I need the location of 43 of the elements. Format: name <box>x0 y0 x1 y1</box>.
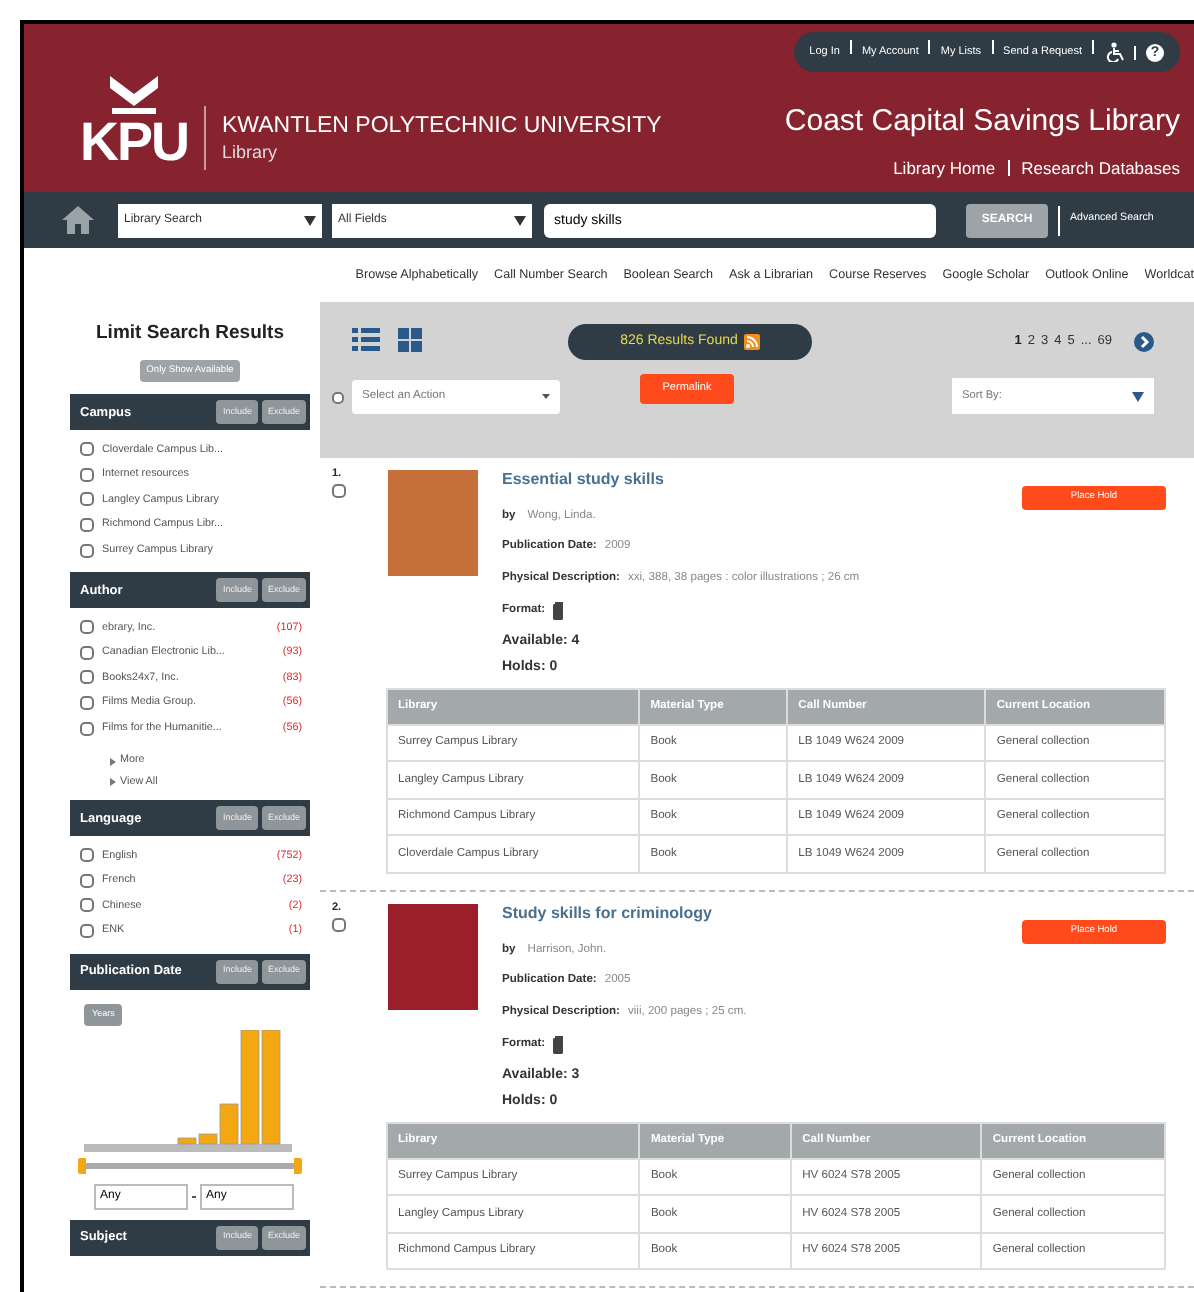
facet-checkbox[interactable] <box>80 620 94 635</box>
facet-checkbox[interactable] <box>80 645 94 660</box>
facet-checkbox[interactable] <box>80 492 94 507</box>
grid-view-icon[interactable] <box>398 328 422 352</box>
header-link[interactable]: Library Home <box>893 156 996 182</box>
facet-checkbox[interactable] <box>80 670 94 685</box>
logo-chevron-icon <box>106 76 162 116</box>
header-link[interactable]: Research Databases <box>1021 156 1180 182</box>
caret-icon <box>514 215 526 225</box>
accessibility-icon[interactable] <box>1104 42 1124 62</box>
result-checkbox[interactable] <box>332 918 346 933</box>
result-title[interactable]: Study skills for criminology <box>502 904 712 923</box>
sidebar-title: Limit Search Results <box>94 320 286 348</box>
book-cover-placeholder <box>388 904 478 1011</box>
home-icon[interactable] <box>60 204 96 236</box>
university-name: KWANTLEN POLYTECHNIC UNIVERSITY <box>222 113 662 139</box>
facet-checkbox[interactable] <box>80 442 94 457</box>
select-all-checkbox[interactable] <box>332 392 344 404</box>
result-title[interactable]: Essential study skills <box>502 470 664 489</box>
list-view-icon[interactable] <box>352 328 380 352</box>
logo: KPU <box>80 76 189 170</box>
caret-icon <box>1132 391 1144 401</box>
facet-checkbox[interactable] <box>80 923 94 938</box>
caret-icon <box>542 394 550 400</box>
facet-checkbox[interactable] <box>80 898 94 913</box>
arrow-right-icon <box>110 778 116 787</box>
facet-checkbox[interactable] <box>80 873 94 888</box>
caret-icon <box>304 215 316 225</box>
book-icon <box>551 601 564 620</box>
book-icon <box>551 1035 564 1054</box>
facet-checkbox[interactable] <box>80 543 94 558</box>
arrow-right-icon <box>110 757 116 766</box>
rss-icon[interactable] <box>743 334 760 350</box>
facet-checkbox[interactable] <box>80 518 94 533</box>
next-page-icon[interactable] <box>1134 332 1154 352</box>
facet-checkbox[interactable] <box>80 721 94 736</box>
library-name: Coast Capital Savings Library <box>784 102 1180 142</box>
result-checkbox[interactable] <box>332 484 346 499</box>
facet-checkbox[interactable] <box>80 848 94 863</box>
book-cover-placeholder <box>388 470 478 577</box>
library-subtitle: Library <box>222 139 280 166</box>
facet-checkbox[interactable] <box>80 695 94 710</box>
facet-checkbox[interactable] <box>80 467 94 482</box>
